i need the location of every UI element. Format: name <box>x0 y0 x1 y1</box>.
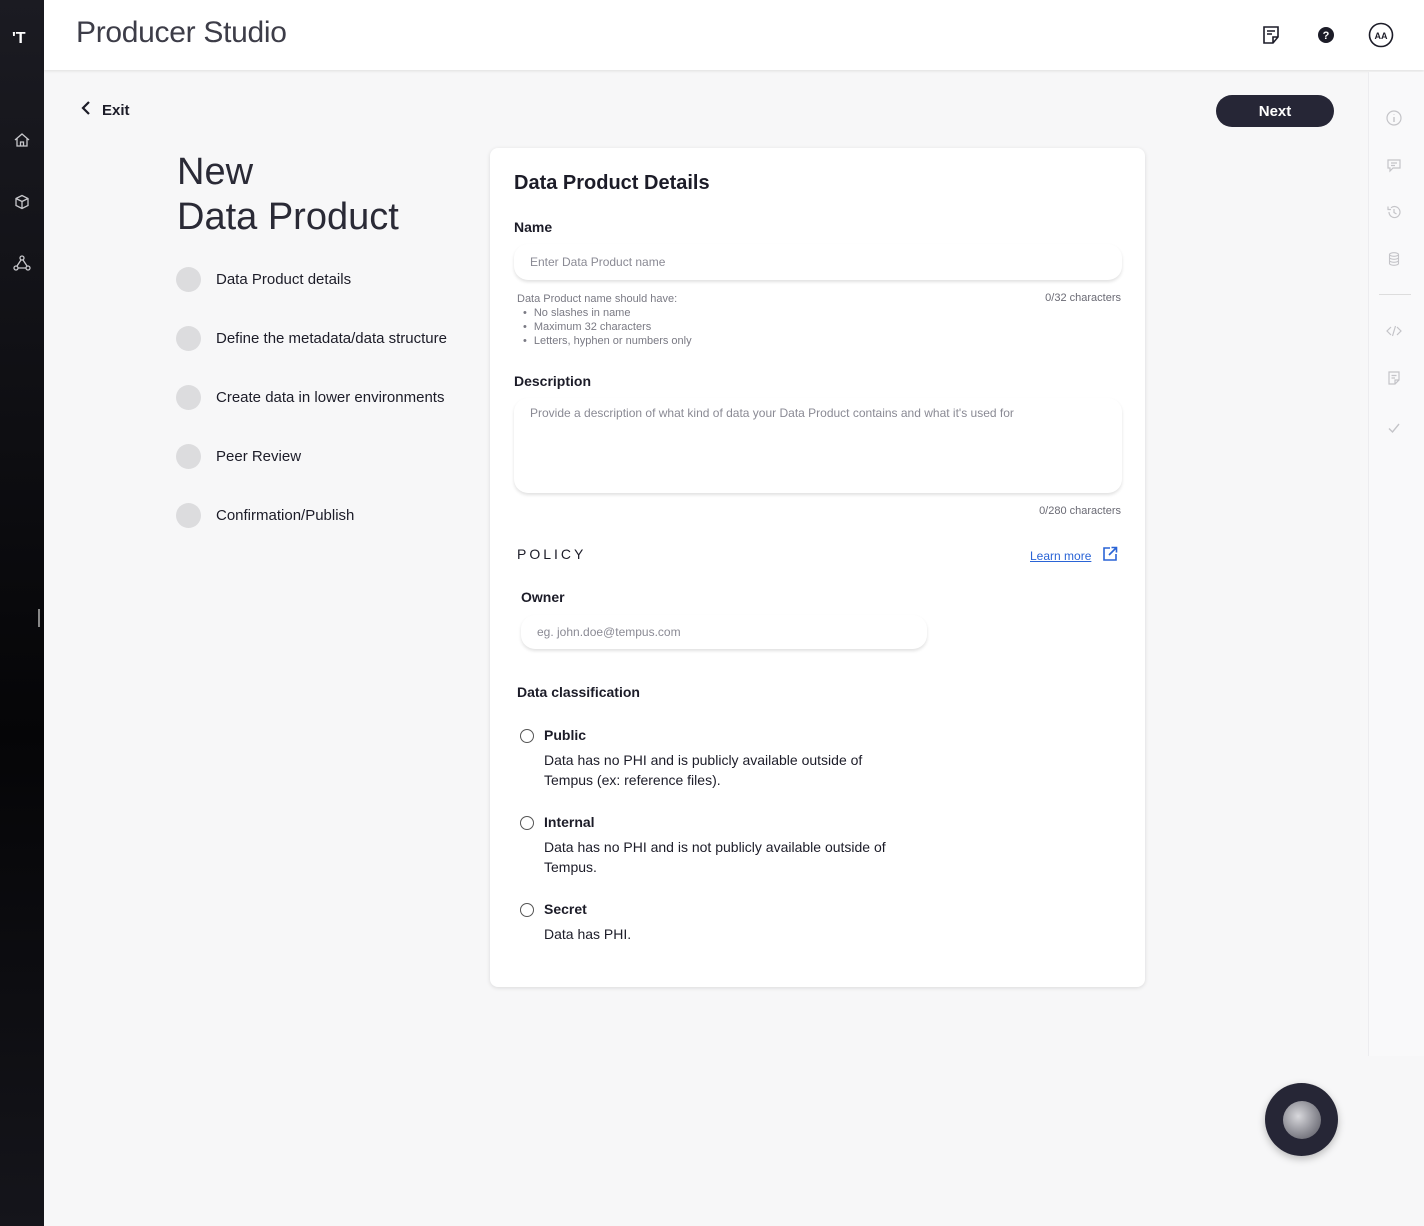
home-icon[interactable] <box>12 130 32 150</box>
policy-heading: POLICY <box>517 546 587 562</box>
right-rail <box>1368 72 1424 1056</box>
app-logo[interactable]: 'T <box>12 30 26 48</box>
step-label: Data Product details <box>216 271 352 288</box>
step-indicator <box>176 326 201 351</box>
option-description: Data has PHI. <box>544 926 632 942</box>
svg-text:?: ? <box>1323 30 1330 42</box>
name-label: Name <box>514 219 553 235</box>
option-description: Data has no PHI and is not publicly avai… <box>544 839 886 875</box>
step-indicator <box>176 267 201 292</box>
name-input[interactable]: Enter Data Product name <box>514 244 1122 280</box>
owner-label: Owner <box>521 589 565 605</box>
step-item[interactable]: Define the metadata/data structure <box>176 326 447 351</box>
radio-button[interactable] <box>520 903 534 917</box>
description-char-counter: 0/280 characters <box>1039 505 1121 517</box>
code-icon[interactable] <box>1385 322 1403 340</box>
description-label: Description <box>514 373 592 389</box>
radio-button[interactable] <box>520 729 534 743</box>
page-title-line1: New <box>177 151 254 193</box>
resize-handle[interactable] <box>38 609 40 627</box>
step-label: Define the metadata/data structure <box>216 330 447 347</box>
step-item[interactable]: Peer Review <box>176 444 301 469</box>
network-icon[interactable] <box>12 253 32 273</box>
page-title-line2: Data Product <box>177 196 399 238</box>
external-link-icon <box>1101 545 1119 566</box>
data-product-details-card: Data Product Details Name Enter Data Pro… <box>490 148 1145 987</box>
exit-button[interactable]: Exit <box>80 100 130 120</box>
step-indicator <box>176 444 201 469</box>
package-icon[interactable] <box>12 192 32 212</box>
step-label: Peer Review <box>216 448 302 465</box>
database-icon[interactable] <box>1385 250 1403 268</box>
step-label: Create data in lower environments <box>216 389 445 406</box>
step-item[interactable]: Create data in lower environments <box>176 385 444 410</box>
history-icon[interactable] <box>1385 203 1403 221</box>
owner-input[interactable]: eg. john.doe@tempus.com <box>521 615 927 649</box>
radio-button[interactable] <box>520 816 534 830</box>
card-title: Data Product Details <box>514 172 710 194</box>
help-icon[interactable]: ? <box>1314 23 1338 47</box>
step-indicator <box>176 385 201 410</box>
info-icon[interactable] <box>1385 109 1403 127</box>
step-item[interactable]: Confirmation/Publish <box>176 503 354 528</box>
globe-icon <box>1282 1100 1321 1139</box>
top-header: Producer Studio ? AA <box>44 0 1424 70</box>
comment-icon[interactable] <box>1385 156 1403 174</box>
name-rule: Maximum 32 characters <box>517 320 692 334</box>
chevron-left-icon <box>80 100 92 120</box>
option-name: Internal <box>544 814 595 830</box>
step-label: Confirmation/Publish <box>216 507 355 524</box>
learn-more-label: Learn more <box>1030 548 1092 563</box>
next-button[interactable]: Next <box>1216 95 1334 127</box>
description-textarea[interactable]: Provide a description of what kind of da… <box>514 398 1122 493</box>
notes-icon[interactable] <box>1259 23 1283 47</box>
option-description: Data has no PHI and is publicly availabl… <box>544 752 863 788</box>
assistant-button[interactable] <box>1265 1083 1338 1156</box>
name-rules-title: Data Product name should have: <box>517 293 678 305</box>
left-nav: 'T <box>0 0 44 1226</box>
avatar[interactable]: AA <box>1368 22 1394 48</box>
option-name: Secret <box>544 901 587 917</box>
data-classification-label: Data classification <box>517 684 640 700</box>
learn-more-link[interactable]: Learn more <box>1030 545 1119 566</box>
step-item[interactable]: Data Product details <box>176 267 351 292</box>
name-rules: Data Product name should have: No slashe… <box>517 292 692 348</box>
option-name: Public <box>544 727 587 743</box>
name-rule: Letters, hyphen or numbers only <box>517 334 692 348</box>
app-title: Producer Studio <box>76 16 287 49</box>
name-char-counter: 0/32 characters <box>1045 292 1121 304</box>
exit-label: Exit <box>102 101 130 119</box>
document-icon[interactable] <box>1385 369 1403 387</box>
step-indicator <box>176 503 201 528</box>
svg-text:AA: AA <box>1375 31 1388 41</box>
name-rule: No slashes in name <box>517 306 692 320</box>
page-title: New Data Product <box>177 150 399 240</box>
rail-divider <box>1379 294 1411 295</box>
check-icon[interactable] <box>1385 419 1403 437</box>
